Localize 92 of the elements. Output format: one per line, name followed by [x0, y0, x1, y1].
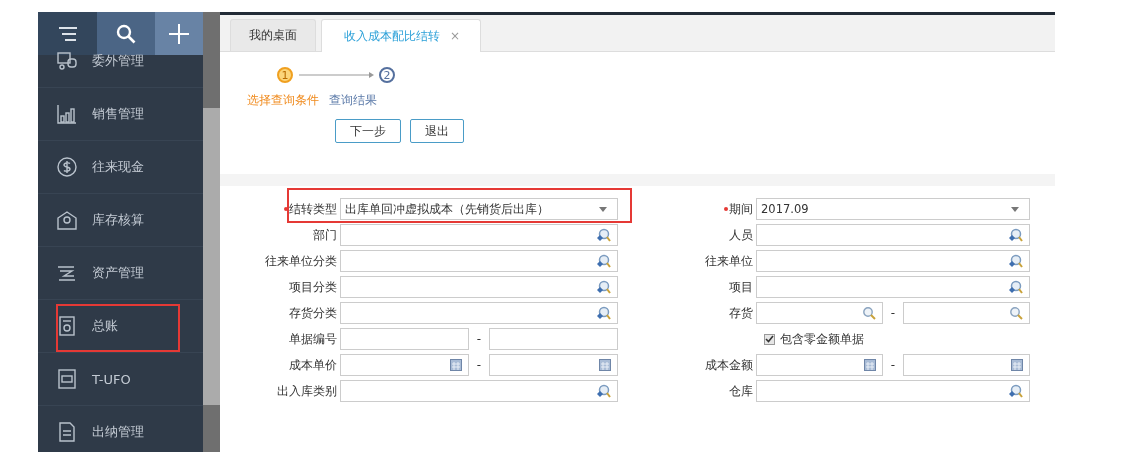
range-separator: - — [889, 358, 897, 372]
search-button[interactable] — [97, 12, 155, 55]
field-label: 仓库 — [729, 383, 753, 399]
caret-icon — [599, 206, 607, 212]
next-button[interactable]: 下一步 — [335, 119, 401, 143]
house-icon — [56, 209, 78, 231]
ledger-icon — [56, 315, 78, 337]
field-label: 结转类型 — [289, 201, 337, 217]
truck-icon — [56, 50, 78, 72]
field-label: 往来单位 — [705, 253, 753, 269]
search-icon — [1008, 254, 1023, 268]
field-label: 存货 — [729, 305, 753, 321]
lookup-field[interactable] — [340, 250, 618, 272]
lookup-field[interactable] — [756, 224, 1030, 246]
tab[interactable]: 我的桌面 — [230, 19, 316, 51]
sidebar-label: 往来现金 — [92, 158, 144, 176]
search-icon — [1008, 384, 1023, 398]
range-separator: - — [475, 332, 483, 346]
field-label: 出入库类别 — [277, 383, 337, 399]
scrollbar[interactable] — [203, 12, 220, 452]
field-label: 部门 — [313, 227, 337, 243]
lookup-field[interactable] — [756, 276, 1030, 298]
sidebar-label: 委外管理 — [92, 52, 144, 70]
sidebar-label: T-UFO — [92, 371, 131, 387]
document-icon — [56, 421, 78, 443]
field-label: 成本金额 — [705, 357, 753, 373]
input-field[interactable] — [756, 354, 883, 376]
field-label: 往来单位分类 — [265, 253, 337, 269]
calculator-icon — [1011, 359, 1023, 371]
sidebar-label: 出纳管理 — [92, 423, 144, 441]
search-icon — [1009, 306, 1023, 320]
sidebar-label: 资产管理 — [92, 264, 144, 282]
search-icon — [862, 306, 876, 320]
step-number: 2 — [379, 67, 395, 83]
input-field[interactable] — [756, 302, 883, 324]
search-icon — [1008, 228, 1023, 242]
search-icon — [596, 228, 611, 242]
input-field[interactable] — [489, 354, 618, 376]
lookup-field[interactable] — [340, 276, 618, 298]
checkbox[interactable] — [764, 333, 775, 345]
step-label: 选择查询条件 — [247, 92, 319, 109]
exit-button[interactable]: 退出 — [410, 119, 464, 143]
scrollbar-thumb[interactable] — [203, 108, 220, 405]
lookup-field[interactable] — [340, 302, 618, 324]
sidebar-label: 总账 — [92, 317, 118, 335]
search-icon — [596, 254, 611, 268]
tab-label: 我的桌面 — [249, 27, 297, 44]
field-label: 单据编号 — [289, 331, 337, 347]
search-icon — [596, 280, 611, 294]
step-label: 查询结果 — [329, 92, 377, 109]
sidebar-label: 销售管理 — [92, 105, 144, 123]
search-icon — [596, 384, 611, 398]
report-icon — [56, 368, 78, 390]
input-field[interactable] — [903, 354, 1030, 376]
input-field[interactable] — [340, 328, 469, 350]
field-label: 人员 — [729, 227, 753, 243]
add-button[interactable] — [155, 12, 203, 55]
bar-chart-icon — [56, 103, 78, 125]
field-value: 出库单回冲虚拟成本（先销货后出库） — [345, 201, 549, 217]
input-field[interactable] — [340, 354, 469, 376]
plus-icon — [168, 22, 190, 45]
dropdown-field[interactable]: 2017.09 — [756, 198, 1030, 220]
search-icon — [116, 23, 136, 44]
menu-button[interactable] — [38, 12, 97, 55]
field-label: 项目分类 — [289, 279, 337, 295]
field-label: 存货分类 — [289, 305, 337, 321]
step-number: 1 — [277, 67, 293, 83]
sidebar-item[interactable]: 总账 — [38, 300, 203, 353]
lookup-field[interactable] — [340, 224, 618, 246]
dollar-icon — [56, 156, 78, 178]
search-icon — [1008, 280, 1023, 294]
sidebar-label: 库存核算 — [92, 211, 144, 229]
lookup-field[interactable] — [340, 380, 618, 402]
field-label: 项目 — [729, 279, 753, 295]
calculator-icon — [864, 359, 876, 371]
input-field[interactable] — [903, 302, 1030, 324]
field-value: 2017.09 — [761, 202, 809, 216]
range-separator: - — [475, 358, 483, 372]
range-separator: - — [889, 306, 897, 320]
lookup-field[interactable] — [756, 380, 1030, 402]
tab-label: 收入成本配比结转 — [344, 27, 440, 45]
field-label: 成本单价 — [289, 357, 337, 373]
search-icon — [596, 306, 611, 320]
calculator-icon — [450, 359, 462, 371]
checkbox-label: 包含零金额单据 — [780, 330, 864, 348]
lookup-field[interactable] — [756, 250, 1030, 272]
input-field[interactable] — [489, 328, 618, 350]
caret-icon — [1011, 206, 1019, 212]
calculator-icon — [599, 359, 611, 371]
field-label: 期间 — [729, 201, 753, 217]
menu-icon — [57, 24, 78, 43]
dropdown-field[interactable]: 出库单回冲虚拟成本（先销货后出库） — [340, 198, 618, 220]
